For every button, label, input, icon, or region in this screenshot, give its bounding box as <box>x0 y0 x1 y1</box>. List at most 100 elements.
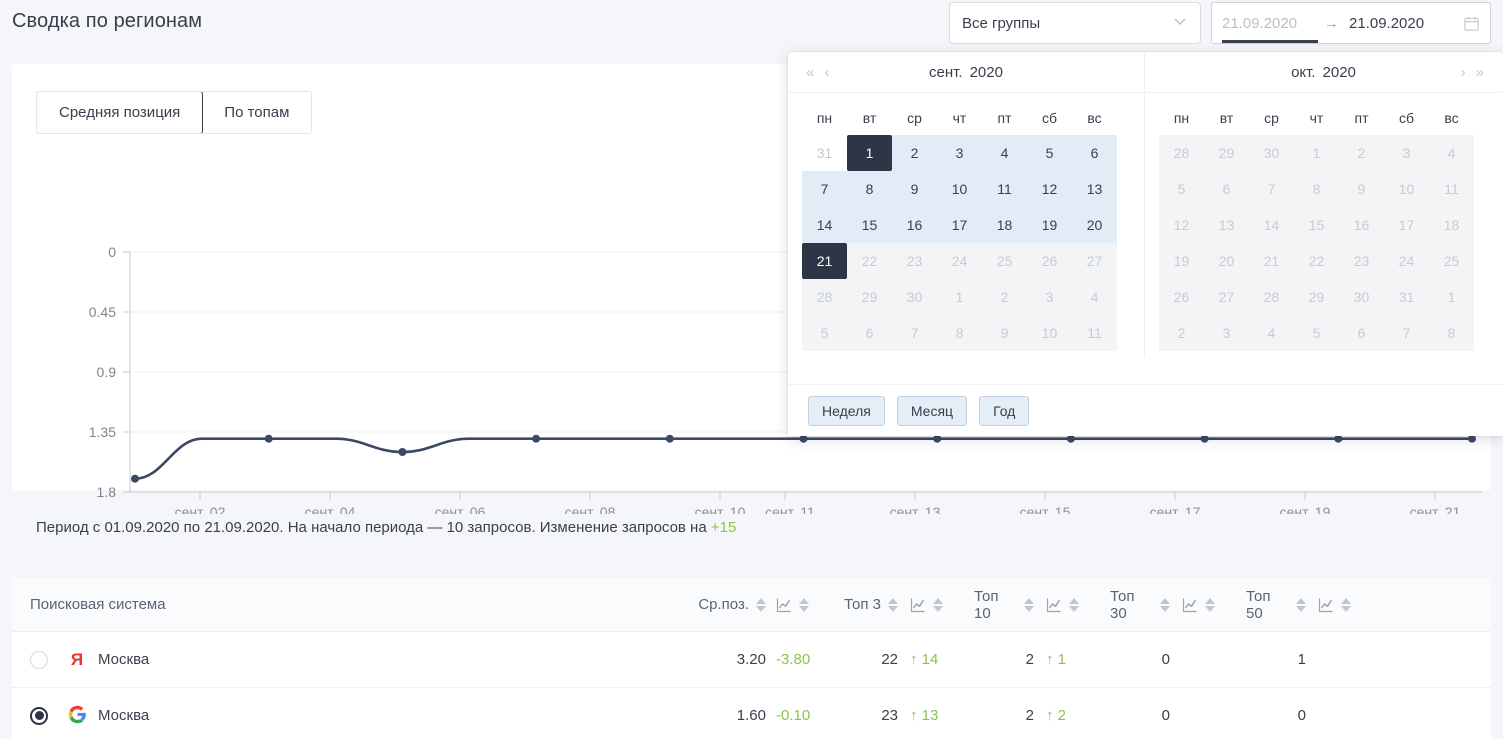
calendar-day-cell[interactable]: 21 <box>802 243 847 279</box>
calendar-icon[interactable] <box>1463 15 1480 32</box>
column-header-label: Топ 30 <box>1110 587 1135 622</box>
calendar-day-cell[interactable]: 1 <box>847 135 892 171</box>
column-header-top50[interactable]: Топ 50 <box>1246 588 1306 622</box>
quick-range-week-button[interactable]: Неделя <box>808 395 885 426</box>
calendar-day-cell[interactable]: 18 <box>982 207 1027 243</box>
calendar-day-cell[interactable]: 4 <box>982 135 1027 171</box>
calendar-year-left: 2020 <box>969 63 1003 81</box>
table-row[interactable]: Москва 1.60 -0.10 23 ↑ 13 2 ↑ 2 0 0 <box>12 688 1491 739</box>
y-tick-label: 0 <box>108 244 116 260</box>
calendar-day-cell[interactable]: 11 <box>982 171 1027 207</box>
series-point[interactable] <box>398 448 407 456</box>
sort-toggle-icon[interactable] <box>1069 597 1079 612</box>
calendar-day-cell[interactable]: 9 <box>892 171 937 207</box>
column-header-label: Топ 3 <box>844 596 881 613</box>
line-chart-icon[interactable] <box>1182 597 1198 613</box>
sort-toggle-icon[interactable] <box>756 597 766 612</box>
line-chart-icon[interactable] <box>1318 597 1334 613</box>
double-chevron-left-icon[interactable]: « <box>806 64 814 81</box>
series-point[interactable] <box>665 434 674 443</box>
dow-label: сб <box>1398 110 1415 126</box>
series-point[interactable] <box>532 434 541 443</box>
calendar-day-cell[interactable]: 14 <box>802 207 847 243</box>
calendar-day-cell: 1 <box>1429 279 1474 315</box>
sort-toggle-icon[interactable] <box>1296 597 1306 612</box>
column-header-top10[interactable]: Топ 10 <box>974 588 1034 622</box>
date-range-end-input[interactable] <box>1349 14 1445 32</box>
chevron-left-icon[interactable]: ‹ <box>824 64 829 81</box>
calendar-day-cell: 27 <box>1204 279 1249 315</box>
sort-toggle-icon[interactable] <box>1205 597 1215 612</box>
x-tick-label: сент. 06 <box>435 504 486 514</box>
calendar-day-cell: 1 <box>1294 135 1339 171</box>
calendar-day-cell: 6 <box>1204 171 1249 207</box>
tab-by-tops[interactable]: По топам <box>202 92 312 133</box>
calendar-day-cell: 13 <box>1204 207 1249 243</box>
arrow-up-icon: ↑ <box>1046 651 1054 668</box>
tab-average-position[interactable]: Средняя позиция <box>37 92 204 133</box>
column-header-top30-chart[interactable] <box>1170 597 1246 613</box>
series-point[interactable] <box>131 474 139 483</box>
calendar-day-cell: 30 <box>1339 279 1384 315</box>
line-chart-icon[interactable] <box>1046 597 1062 613</box>
column-header-top30[interactable]: Топ 30 <box>1110 588 1170 622</box>
x-tick-label: сент. 19 <box>1280 504 1331 514</box>
calendar-day-cell[interactable]: 10 <box>937 171 982 207</box>
row-radio[interactable] <box>30 706 48 725</box>
calendar-day-cell[interactable]: 16 <box>892 207 937 243</box>
google-icon <box>66 705 88 726</box>
calendar-day-cell[interactable]: 5 <box>1027 135 1072 171</box>
sort-toggle-icon[interactable] <box>799 597 809 612</box>
calendar-week-row: 26 27 28 29 30 31 1 <box>1159 279 1488 315</box>
sort-toggle-icon[interactable] <box>888 597 898 612</box>
calendar-day-cell[interactable]: 6 <box>1072 135 1117 171</box>
date-range-picker[interactable]: → <box>1211 2 1491 44</box>
column-header-top10-chart[interactable] <box>1034 597 1110 613</box>
calendar-day-cell[interactable]: 2 <box>892 135 937 171</box>
calendar-day-cell[interactable]: 8 <box>847 171 892 207</box>
row-radio[interactable] <box>30 650 48 669</box>
calendar-day-cell[interactable]: 12 <box>1027 171 1072 207</box>
line-chart-icon[interactable] <box>776 597 792 613</box>
calendar-day-cell: 16 <box>1339 207 1384 243</box>
column-header-average-chart[interactable] <box>766 597 838 613</box>
calendar-day-cell[interactable]: 13 <box>1072 171 1117 207</box>
y-tick-label: 0.9 <box>97 364 117 380</box>
line-chart-icon[interactable] <box>910 597 926 613</box>
engine-cell: Я Москва <box>12 650 698 670</box>
calendar-day-cell: 11 <box>1072 315 1117 351</box>
calendar-day-cell[interactable]: 15 <box>847 207 892 243</box>
sort-toggle-icon[interactable] <box>1341 597 1351 612</box>
sort-toggle-icon[interactable] <box>1024 597 1034 612</box>
quick-range-year-button[interactable]: Год <box>979 395 1030 426</box>
cell-top10-delta: ↑ 1 <box>1034 651 1110 668</box>
calendar-dow-row: пн вт ср чт пт сб вс <box>1159 101 1488 135</box>
date-range-calendar-popup[interactable]: « ‹ сент. 2020 пн вт ср чт пт сб вс 31 1… <box>788 52 1503 436</box>
calendar-day-cell: 26 <box>1027 243 1072 279</box>
calendar-day-cell: 9 <box>982 315 1027 351</box>
calendar-day-cell[interactable]: 7 <box>802 171 847 207</box>
table-row[interactable]: Я Москва 3.20 -3.80 22 ↑ 14 2 ↑ 1 0 1 <box>12 632 1491 688</box>
cell-average-position: 1.60 <box>736 707 766 724</box>
column-header-top3-chart[interactable] <box>898 597 974 613</box>
column-header-average-position[interactable]: Ср.поз. <box>698 596 766 613</box>
column-header-top3[interactable]: Топ 3 <box>838 596 898 613</box>
calendar-day-cell[interactable]: 3 <box>937 135 982 171</box>
calendar-day-cell[interactable]: 17 <box>937 207 982 243</box>
quick-range-month-button[interactable]: Месяц <box>896 395 968 426</box>
calendar-nav-next[interactable]: › » <box>1461 64 1484 81</box>
calendar-nav-prev[interactable]: « ‹ <box>806 64 829 81</box>
calendar-day-cell[interactable]: 19 <box>1027 207 1072 243</box>
period-summary: Период с 01.09.2020 по 21.09.2020. На на… <box>36 519 736 536</box>
calendar-day-cell[interactable]: 20 <box>1072 207 1117 243</box>
sort-toggle-icon[interactable] <box>1160 597 1170 612</box>
double-chevron-right-icon[interactable]: » <box>1476 64 1484 81</box>
series-point[interactable] <box>264 434 273 443</box>
date-range-start-input[interactable] <box>1222 14 1318 32</box>
x-tick-label: сент. 17 <box>1150 504 1201 514</box>
sort-toggle-icon[interactable] <box>933 597 943 612</box>
column-header-top50-chart[interactable] <box>1306 597 1382 613</box>
group-select[interactable]: Все группы <box>949 2 1201 44</box>
chevron-right-icon[interactable]: › <box>1461 64 1466 81</box>
cell-top3-delta-value: 14 <box>921 651 939 668</box>
